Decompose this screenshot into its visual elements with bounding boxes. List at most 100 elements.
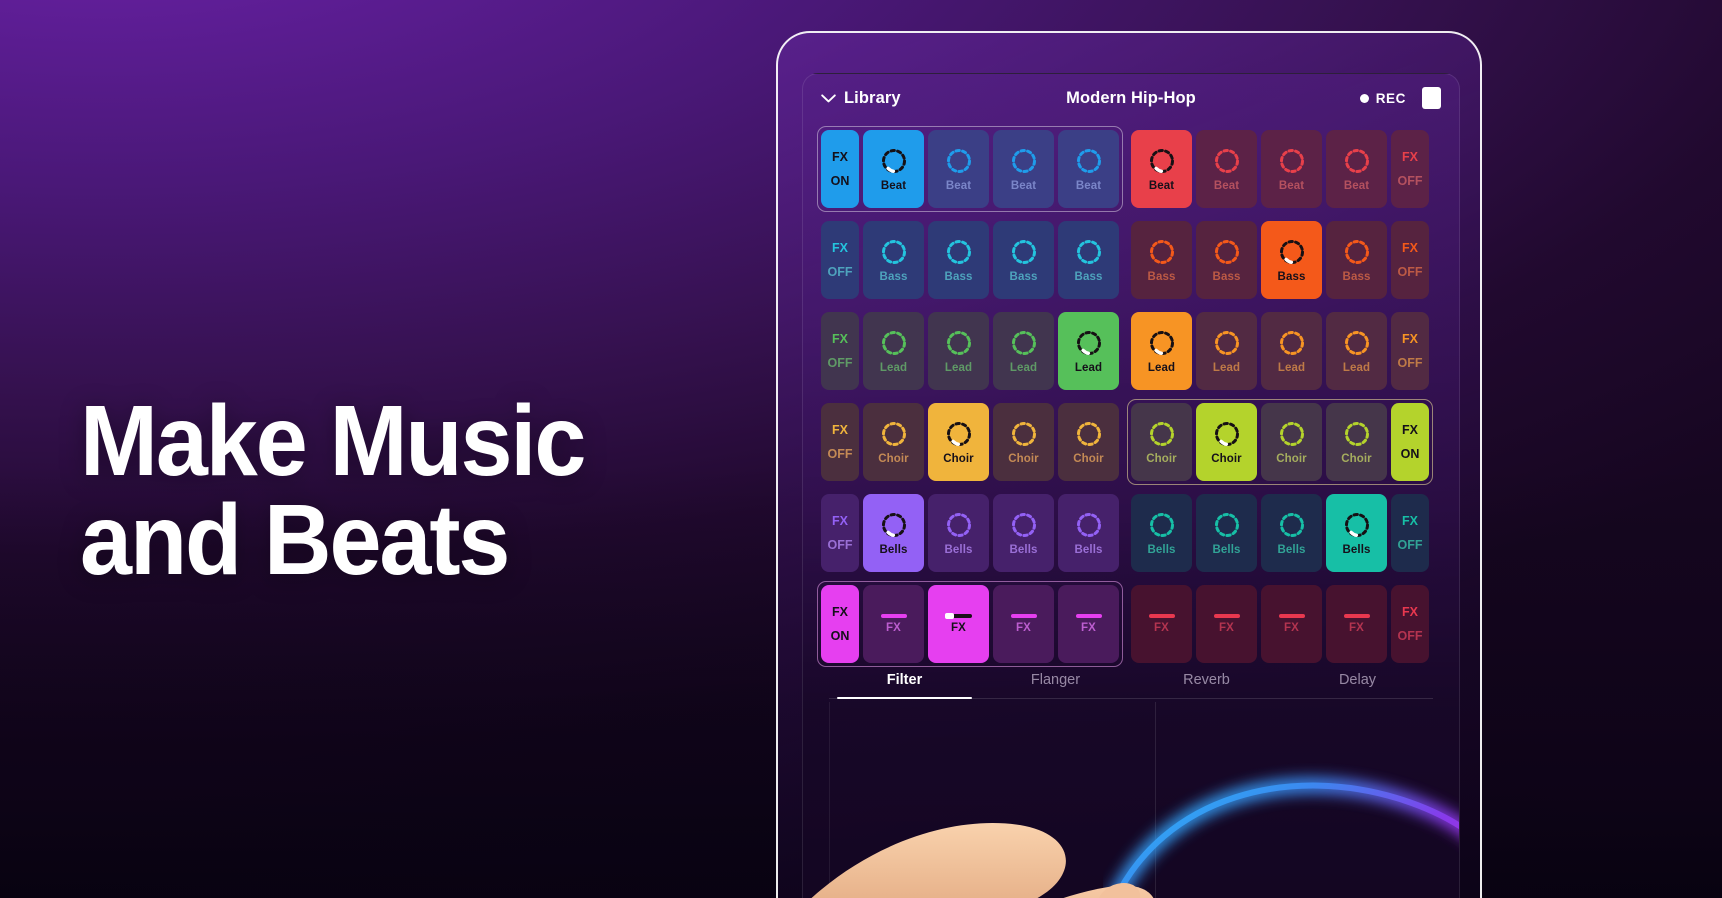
slider-handle[interactable]	[944, 612, 954, 619]
pad-knob[interactable]	[1147, 419, 1177, 449]
fx-toggle-choir-right[interactable]: FX ON	[1391, 403, 1429, 481]
fx-toggle-choir-left[interactable]: FX OFF	[821, 403, 859, 481]
pad-knob[interactable]	[1009, 237, 1039, 267]
fx-slider[interactable]	[1148, 613, 1175, 618]
pad-beat-left-1[interactable]: Beat	[863, 130, 924, 208]
pad-lead-left-3[interactable]: Lead	[993, 312, 1054, 390]
rec-indicator[interactable]: REC	[1359, 91, 1406, 106]
pad-knob[interactable]	[1212, 328, 1242, 358]
pad-knob[interactable]	[879, 328, 909, 358]
pad-knob[interactable]	[1147, 237, 1177, 267]
pad-knob[interactable]	[1009, 328, 1039, 358]
pad-fx-left-1[interactable]: FX	[863, 585, 924, 663]
pad-knob[interactable]	[879, 237, 909, 267]
pad-knob[interactable]	[1277, 328, 1307, 358]
pad-fx-right-1[interactable]: FX	[1131, 585, 1192, 663]
pad-bells-left-3[interactable]: Bells	[993, 494, 1054, 572]
pad-choir-left-1[interactable]: Choir	[863, 403, 924, 481]
pad-lead-left-4[interactable]: Lead	[1058, 312, 1119, 390]
pad-lead-right-4[interactable]: Lead	[1326, 312, 1387, 390]
pad-bass-left-3[interactable]: Bass	[993, 221, 1054, 299]
pad-bass-right-2[interactable]: Bass	[1196, 221, 1257, 299]
pad-knob[interactable]	[879, 419, 909, 449]
pad-bells-right-1[interactable]: Bells	[1131, 494, 1192, 572]
volume-down-button[interactable]	[1480, 233, 1482, 329]
volume-up-button[interactable]	[1480, 152, 1482, 218]
pad-knob[interactable]	[944, 237, 974, 267]
pad-knob[interactable]	[879, 510, 909, 540]
pad-knob[interactable]	[1212, 510, 1242, 540]
pad-bells-left-4[interactable]: Bells	[1058, 494, 1119, 572]
pad-fx-right-4[interactable]: FX	[1326, 585, 1387, 663]
pad-bass-left-1[interactable]: Bass	[863, 221, 924, 299]
pad-fx-right-3[interactable]: FX	[1261, 585, 1322, 663]
pad-knob[interactable]	[1342, 419, 1372, 449]
pad-bass-left-4[interactable]: Bass	[1058, 221, 1119, 299]
pad-choir-right-2[interactable]: Choir	[1196, 403, 1257, 481]
pad-choir-left-2[interactable]: Choir	[928, 403, 989, 481]
pad-bass-right-4[interactable]: Bass	[1326, 221, 1387, 299]
pad-bells-right-4[interactable]: Bells	[1326, 494, 1387, 572]
pad-lead-right-3[interactable]: Lead	[1261, 312, 1322, 390]
fx-slider[interactable]	[880, 613, 907, 618]
fx-toggle-bells-right[interactable]: FX OFF	[1391, 494, 1429, 572]
pad-knob[interactable]	[1342, 237, 1372, 267]
fx-slider[interactable]	[1075, 613, 1102, 618]
pad-knob[interactable]	[879, 146, 909, 176]
pad-knob[interactable]	[1074, 419, 1104, 449]
fx-slider[interactable]	[1343, 613, 1370, 618]
fx-toggle-bass-left[interactable]: FX OFF	[821, 221, 859, 299]
pad-knob[interactable]	[1342, 146, 1372, 176]
pad-choir-left-3[interactable]: Choir	[993, 403, 1054, 481]
pad-beat-left-2[interactable]: Beat	[928, 130, 989, 208]
pad-bells-left-1[interactable]: Bells	[863, 494, 924, 572]
pad-knob[interactable]	[1277, 146, 1307, 176]
pad-knob[interactable]	[944, 328, 974, 358]
stop-square-icon[interactable]	[1422, 87, 1441, 109]
pad-knob[interactable]	[1147, 328, 1177, 358]
pad-choir-right-4[interactable]: Choir	[1326, 403, 1387, 481]
pad-knob[interactable]	[1212, 237, 1242, 267]
pad-bass-right-3[interactable]: Bass	[1261, 221, 1322, 299]
fx-slider[interactable]	[944, 612, 972, 619]
fx-toggle-lead-right[interactable]: FX OFF	[1391, 312, 1429, 390]
fx-toggle-fx-right[interactable]: FX OFF	[1391, 585, 1429, 663]
pad-knob[interactable]	[1074, 510, 1104, 540]
pad-bells-right-3[interactable]: Bells	[1261, 494, 1322, 572]
library-button[interactable]: Library	[821, 89, 901, 108]
fx-slider[interactable]	[1213, 613, 1240, 618]
pad-bass-left-2[interactable]: Bass	[928, 221, 989, 299]
pad-knob[interactable]	[944, 419, 974, 449]
pad-beat-left-3[interactable]: Beat	[993, 130, 1054, 208]
pad-fx-left-4[interactable]: FX	[1058, 585, 1119, 663]
fx-slider[interactable]	[1278, 613, 1305, 618]
pad-choir-right-1[interactable]: Choir	[1131, 403, 1192, 481]
pad-knob[interactable]	[944, 510, 974, 540]
pad-beat-right-1[interactable]: Beat	[1131, 130, 1192, 208]
pad-knob[interactable]	[944, 146, 974, 176]
fx-toggle-lead-left[interactable]: FX OFF	[821, 312, 859, 390]
pad-choir-right-3[interactable]: Choir	[1261, 403, 1322, 481]
pad-knob[interactable]	[1074, 328, 1104, 358]
pad-beat-right-2[interactable]: Beat	[1196, 130, 1257, 208]
pad-knob[interactable]	[1212, 146, 1242, 176]
pad-knob[interactable]	[1342, 510, 1372, 540]
pad-knob[interactable]	[1277, 510, 1307, 540]
pad-lead-left-1[interactable]: Lead	[863, 312, 924, 390]
pad-lead-left-2[interactable]: Lead	[928, 312, 989, 390]
pad-fx-left-2[interactable]: FX	[928, 585, 989, 663]
pad-bass-right-1[interactable]: Bass	[1131, 221, 1192, 299]
pad-knob[interactable]	[1009, 510, 1039, 540]
fx-toggle-bells-left[interactable]: FX OFF	[821, 494, 859, 572]
tab-reverb[interactable]: Reverb	[1131, 672, 1282, 698]
fx-toggle-beat-right[interactable]: FX OFF	[1391, 130, 1429, 208]
pad-knob[interactable]	[1074, 237, 1104, 267]
pad-lead-right-1[interactable]: Lead	[1131, 312, 1192, 390]
pad-knob[interactable]	[1147, 146, 1177, 176]
tab-flanger[interactable]: Flanger	[980, 672, 1131, 698]
pad-fx-left-3[interactable]: FX	[993, 585, 1054, 663]
pad-knob[interactable]	[1147, 510, 1177, 540]
fx-toggle-beat-left[interactable]: FX ON	[821, 130, 859, 208]
pad-knob[interactable]	[1277, 237, 1307, 267]
pad-bells-left-2[interactable]: Bells	[928, 494, 989, 572]
